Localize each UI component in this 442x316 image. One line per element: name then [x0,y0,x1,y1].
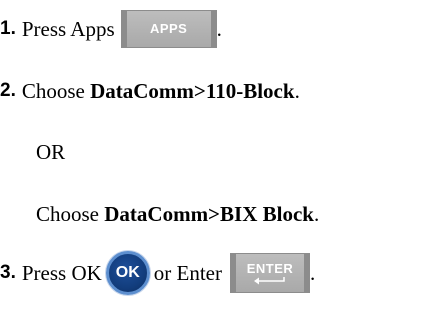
step-1: 1. Press Apps APPS . [0,10,222,48]
or-text: OR [36,140,66,164]
step-period: . [294,79,300,103]
menu-path: DataComm>110-Block [90,79,295,103]
step-period: . [216,17,222,41]
step-3: 3. Press OK OK or Enter ENTER . [0,251,315,295]
step-text-prefix: Choose [36,202,99,226]
ok-button-label: OK [115,264,140,281]
menu-path: DataComm>BIX Block [104,202,314,226]
step-number: 1. [0,18,16,39]
step-number: 3. [0,262,16,283]
enter-key-icon: ENTER [230,253,311,293]
enter-key-label: ENTER [246,260,294,276]
step-2: 2. Choose DataComm>110-Block. [0,78,300,104]
apps-key-label: APPS [149,21,188,36]
step-text-middle: or Enter [153,261,223,285]
apps-key-icon: APPS [120,10,217,48]
step-period: . [310,261,316,285]
return-arrow-icon [254,276,285,284]
step-period: . [313,202,320,226]
step-text-prefix: Choose [21,79,85,103]
ok-button-icon: OK [105,251,150,295]
step-2-alternative: Choose DataComm>BIX Block. [36,201,319,227]
step-text: Press Apps [21,17,115,41]
step-number: 2. [0,80,16,101]
step-text: Press OK [21,261,102,285]
or-label: OR [36,139,65,165]
